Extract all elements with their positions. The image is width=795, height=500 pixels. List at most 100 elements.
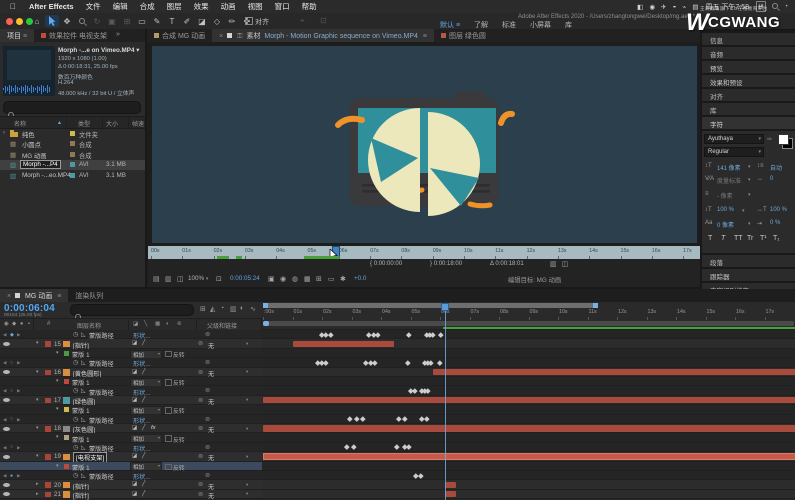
keyframe[interactable] [323, 360, 329, 366]
label-color-chip[interactable] [70, 172, 75, 178]
text-tool[interactable]: T [165, 15, 179, 27]
eye-icon[interactable] [3, 454, 10, 459]
small-caps-button[interactable]: Tr [747, 235, 753, 242]
expander-icon[interactable]: ▾ [56, 378, 59, 384]
tab-render-queue[interactable]: 渲染队列 [68, 289, 110, 302]
project-row-1[interactable]: ▦ 小圆点 合成 [0, 139, 145, 149]
panel-character[interactable]: 字符 [702, 117, 795, 129]
clone-stamp-tool[interactable]: ◪ [195, 15, 209, 27]
col-layer-name[interactable]: 图层名称 [77, 321, 101, 330]
panel-paragraph[interactable]: 段落 [702, 255, 795, 267]
label-color-chip[interactable] [45, 454, 51, 460]
baseline-shift-value[interactable]: 0 像素 [717, 220, 734, 229]
roto-brush-tool[interactable]: ✏ [225, 15, 239, 27]
kf-nav-next[interactable]: ▶ [17, 388, 20, 394]
app-status-icon-2[interactable]: ◉ [649, 3, 655, 11]
label-color-chip[interactable] [45, 369, 51, 376]
timeline-track-2[interactable] [262, 348, 795, 359]
solid-swatch[interactable] [63, 425, 70, 432]
collapse-icon[interactable]: ╱ [142, 491, 145, 497]
item-name[interactable]: Morph -...eo.MP4 [22, 172, 71, 179]
expander-icon[interactable]: ▾ [36, 340, 39, 346]
label-color-chip[interactable] [45, 397, 51, 404]
eyedropper-icon[interactable]: ✑ [767, 136, 772, 143]
solid-swatch[interactable] [63, 340, 70, 348]
timeline-track-0[interactable] [262, 330, 795, 340]
quality-icon[interactable]: ◪ [132, 369, 137, 375]
timeline-track-16[interactable] [262, 480, 795, 490]
timeline-row-4-layer[interactable]: ▾ 16 [黄色圆形] ◪ ╱ ⊚ 无 ▾ [0, 367, 262, 378]
keyframe[interactable] [395, 416, 402, 422]
parent-pickwhip-icon[interactable]: ⊚ [198, 397, 203, 404]
menu-item-2[interactable]: 合成 [134, 1, 161, 12]
timeline-track-11[interactable] [262, 433, 795, 443]
quality-icon[interactable]: ◪ [132, 397, 137, 403]
fx-badge[interactable]: fx [151, 425, 156, 431]
keyframe[interactable] [372, 360, 378, 366]
timeline-track-10[interactable] [262, 424, 795, 434]
invert-checkbox[interactable] [165, 350, 172, 358]
stopwatch-icon[interactable]: ◷ [73, 359, 78, 366]
timeline-search-input[interactable] [70, 304, 194, 320]
layer-duration-bar[interactable] [432, 368, 795, 376]
home-tool[interactable]: ⌂ [30, 15, 44, 27]
quality-icon[interactable]: ◪ [132, 425, 137, 431]
timeline-row-3-prop[interactable]: ◀ ○ ▶ ◷ ◺ 蒙版路径 形状... ⊚ [0, 358, 262, 368]
layer-duration-bar[interactable] [263, 425, 795, 432]
snap-checkbox[interactable] [245, 17, 253, 25]
col-parent-link[interactable]: 父级和链接 [207, 321, 237, 330]
timeline-ruler[interactable]: :00s01s02s03s04s05s06s07s08s09s10s11s12s… [262, 302, 795, 330]
ribbon-insert-icon[interactable]: ▥ [550, 261, 557, 268]
timeline-row-0-prop[interactable]: ◀ ◆ ▶ ◷ ◺ 蒙版路径 形状... ⊚ [0, 330, 262, 340]
mask-color-chip[interactable] [64, 379, 69, 384]
label-color-chip[interactable] [70, 162, 75, 167]
parent-pickwhip-icon[interactable]: ⊚ [198, 481, 203, 488]
timeline-row-11-mask[interactable]: ▾ 蒙版 1 相加 ▾ 反转 [0, 433, 262, 444]
app-menu[interactable]: After Effects [23, 2, 80, 11]
expander-icon[interactable]: ▾ [36, 425, 39, 431]
panel-audio[interactable]: 音频 [702, 47, 795, 59]
stopwatch-icon[interactable]: ◷ [73, 472, 78, 479]
timeline-row-10-layer[interactable]: ▾ 18 [灰色圆] ◪ ╱ fx ⊚ 无 ▾ [0, 424, 262, 434]
panel-info[interactable]: 信息 [702, 33, 795, 45]
expander-icon[interactable]: ▾ [36, 453, 39, 459]
expander-icon[interactable]: ▾ [36, 369, 39, 375]
comp-flowchart-icon[interactable]: ⊞ [200, 305, 206, 313]
tab-project[interactable]: 项目 ≡ [0, 29, 35, 42]
column-header-1[interactable]: 类型 [78, 119, 90, 128]
collapse-icon[interactable]: ╱ [142, 481, 145, 487]
invert-checkbox[interactable] [165, 407, 172, 414]
stopwatch-icon[interactable]: ◷ [73, 444, 78, 451]
parent-dropdown[interactable]: 无 [208, 491, 214, 500]
frame-blending-icon[interactable]: ▥ [230, 305, 237, 313]
parent-dropdown-arrow[interactable]: ▾ [246, 491, 248, 497]
item-name[interactable]: 纯色 [22, 130, 35, 139]
eye-icon[interactable] [3, 398, 10, 403]
keyframe[interactable] [375, 331, 381, 337]
all-caps-button[interactable]: TT [734, 235, 743, 242]
eraser-tool[interactable]: ◇ [210, 15, 224, 27]
eye-icon[interactable] [3, 492, 10, 497]
panel-align[interactable]: 对齐 [702, 89, 795, 101]
keyframe[interactable] [328, 331, 334, 337]
playhead-handle[interactable] [440, 303, 449, 311]
timeline-track-1[interactable] [262, 339, 795, 349]
shared-view-icon[interactable]: ⌖ [300, 16, 305, 26]
pickwhip-icon[interactable]: ⊚ [205, 444, 210, 451]
eye-icon[interactable] [3, 341, 10, 346]
tracking-value[interactable]: 0 [770, 176, 773, 182]
layer-duration-bar[interactable] [263, 396, 795, 404]
expander-icon[interactable]: ▾ [56, 350, 59, 356]
layer-duration-bar[interactable] [444, 481, 457, 488]
timeline-track-9[interactable] [262, 414, 795, 424]
pen-tool[interactable]: ✎ [150, 15, 164, 27]
quality-icon[interactable]: ◪ [132, 453, 137, 459]
timeline-row-2-mask[interactable]: ▾ 蒙版 1 相加 ▾ 反转 [0, 348, 262, 359]
keyframe[interactable] [344, 444, 350, 450]
menu-item-6[interactable]: 视图 [242, 1, 269, 12]
timeline-track-13[interactable] [262, 452, 795, 462]
label-color-chip[interactable] [45, 482, 51, 488]
app-status-icon-1[interactable]: ◧ [637, 3, 643, 11]
timeline-track-6[interactable] [262, 386, 795, 396]
keyframe[interactable] [412, 388, 418, 394]
